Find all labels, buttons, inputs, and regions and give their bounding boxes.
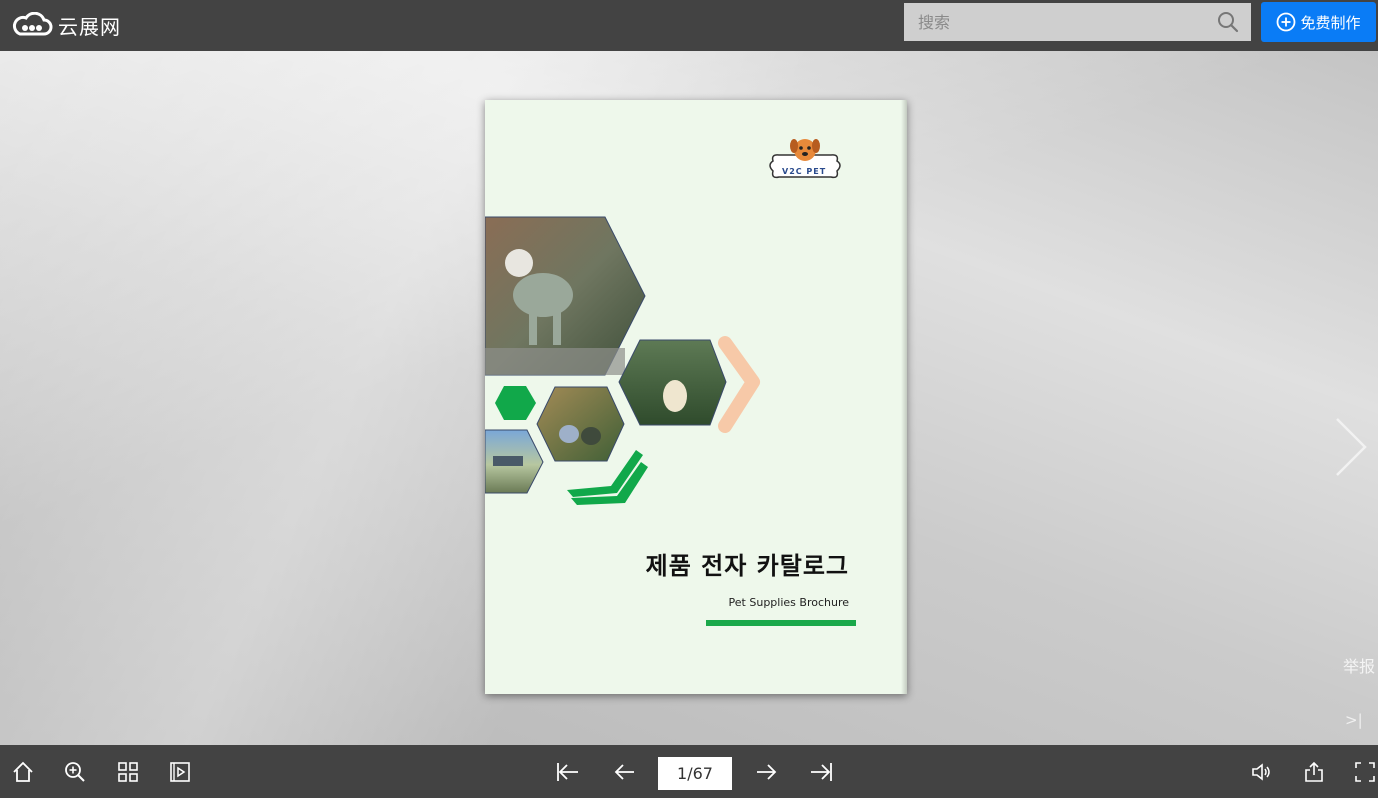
- sound-icon[interactable]: [1250, 761, 1272, 783]
- search-icon[interactable]: [1217, 11, 1239, 33]
- next-page-icon[interactable]: [755, 761, 777, 783]
- cover-accent-bar: [706, 620, 856, 626]
- page-indicator[interactable]: 1/67: [658, 757, 732, 790]
- brand-logo-text: V2C PET: [782, 167, 827, 176]
- home-icon[interactable]: [12, 761, 34, 783]
- bottom-toolbar: 1/67: [0, 745, 1378, 798]
- cover-title: 제품 전자 카탈로그: [645, 552, 849, 580]
- create-button[interactable]: 免费制作: [1261, 2, 1376, 42]
- first-page-icon[interactable]: [556, 761, 580, 783]
- next-page-arrow-icon[interactable]: [1333, 415, 1369, 479]
- go-last-mini[interactable]: >|: [1345, 711, 1363, 729]
- report-link[interactable]: 举报: [1343, 653, 1375, 677]
- autoplay-icon[interactable]: [169, 761, 191, 783]
- search-input[interactable]: [904, 3, 1232, 41]
- create-button-label: 免费制作: [1300, 13, 1361, 32]
- last-page-icon[interactable]: [809, 761, 833, 783]
- plus-circle-icon: [1277, 12, 1296, 32]
- cover-subtitle: Pet Supplies Brochure: [728, 596, 849, 609]
- search-box[interactable]: [904, 3, 1251, 41]
- logo-text: 云展网: [58, 14, 121, 39]
- zoom-in-icon[interactable]: [64, 761, 86, 783]
- reader-stage: V2C PET 제품 전자 카탈로그 Pet Supplies Brochure…: [0, 51, 1378, 745]
- book-page[interactable]: V2C PET 제품 전자 카탈로그 Pet Supplies Brochure: [485, 100, 907, 694]
- page-spine-shadow: [901, 100, 907, 694]
- top-bar: 云展网 免费制作: [0, 0, 1378, 51]
- cloud-logo-icon: [12, 12, 53, 36]
- prev-page-icon[interactable]: [614, 761, 636, 783]
- site-logo[interactable]: 云展网: [10, 10, 121, 40]
- share-icon[interactable]: [1303, 761, 1325, 783]
- thumbnails-icon[interactable]: [117, 761, 139, 783]
- fullscreen-icon[interactable]: [1354, 761, 1376, 783]
